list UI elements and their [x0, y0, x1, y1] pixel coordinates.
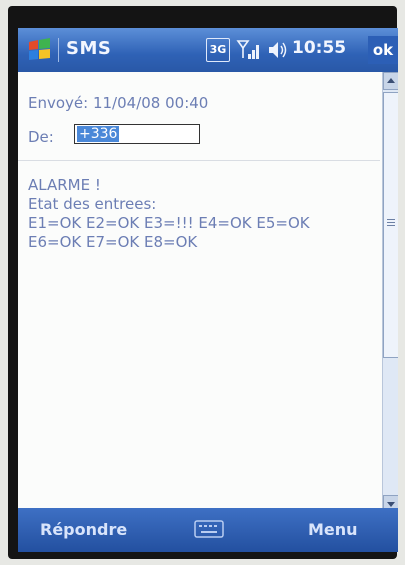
- message-header: Envoyé: 11/04/08 00:40 De: +336: [18, 72, 380, 161]
- app-title: SMS: [66, 38, 112, 59]
- from-field[interactable]: +336: [74, 124, 200, 144]
- menu-softkey[interactable]: Menu: [308, 520, 358, 539]
- body-line: E6=OK E7=OK E8=OK: [28, 233, 198, 251]
- title-bar: SMS 3G 10:55 ok: [18, 28, 398, 72]
- title-separator: [58, 38, 59, 62]
- scroll-thumb[interactable]: [383, 92, 398, 358]
- reply-softkey[interactable]: Répondre: [40, 520, 127, 539]
- body-line: ALARME !: [28, 176, 101, 194]
- scroll-up-button[interactable]: [383, 72, 398, 90]
- from-value: +336: [77, 126, 120, 142]
- windows-flag-icon[interactable]: [26, 36, 54, 64]
- signal-icon[interactable]: [236, 38, 262, 62]
- phone-screen: SMS 3G 10:55 ok Envoyé: 11/04/08 00:40 D…: [18, 28, 398, 528]
- softkey-bar: Répondre Menu: [18, 508, 398, 552]
- body-line: Etat des entrees:: [28, 195, 157, 213]
- body-line: E1=OK E2=OK E3=!!! E4=OK E5=OK: [28, 214, 310, 232]
- keyboard-icon[interactable]: [194, 520, 224, 538]
- ok-button[interactable]: ok: [368, 36, 398, 64]
- clock[interactable]: 10:55: [292, 38, 346, 58]
- from-label: De:: [28, 128, 54, 146]
- thumb-grip: [387, 222, 395, 223]
- thumb-grip: [387, 225, 395, 226]
- vertical-scrollbar[interactable]: [382, 72, 398, 513]
- network-indicator[interactable]: 3G: [206, 38, 230, 62]
- sent-date: Envoyé: 11/04/08 00:40: [28, 94, 209, 112]
- message-body[interactable]: ALARME ! Etat des entrees: E1=OK E2=OK E…: [28, 176, 373, 252]
- thumb-grip: [387, 219, 395, 220]
- chevron-up-icon: [387, 78, 395, 83]
- speaker-icon[interactable]: [266, 38, 288, 62]
